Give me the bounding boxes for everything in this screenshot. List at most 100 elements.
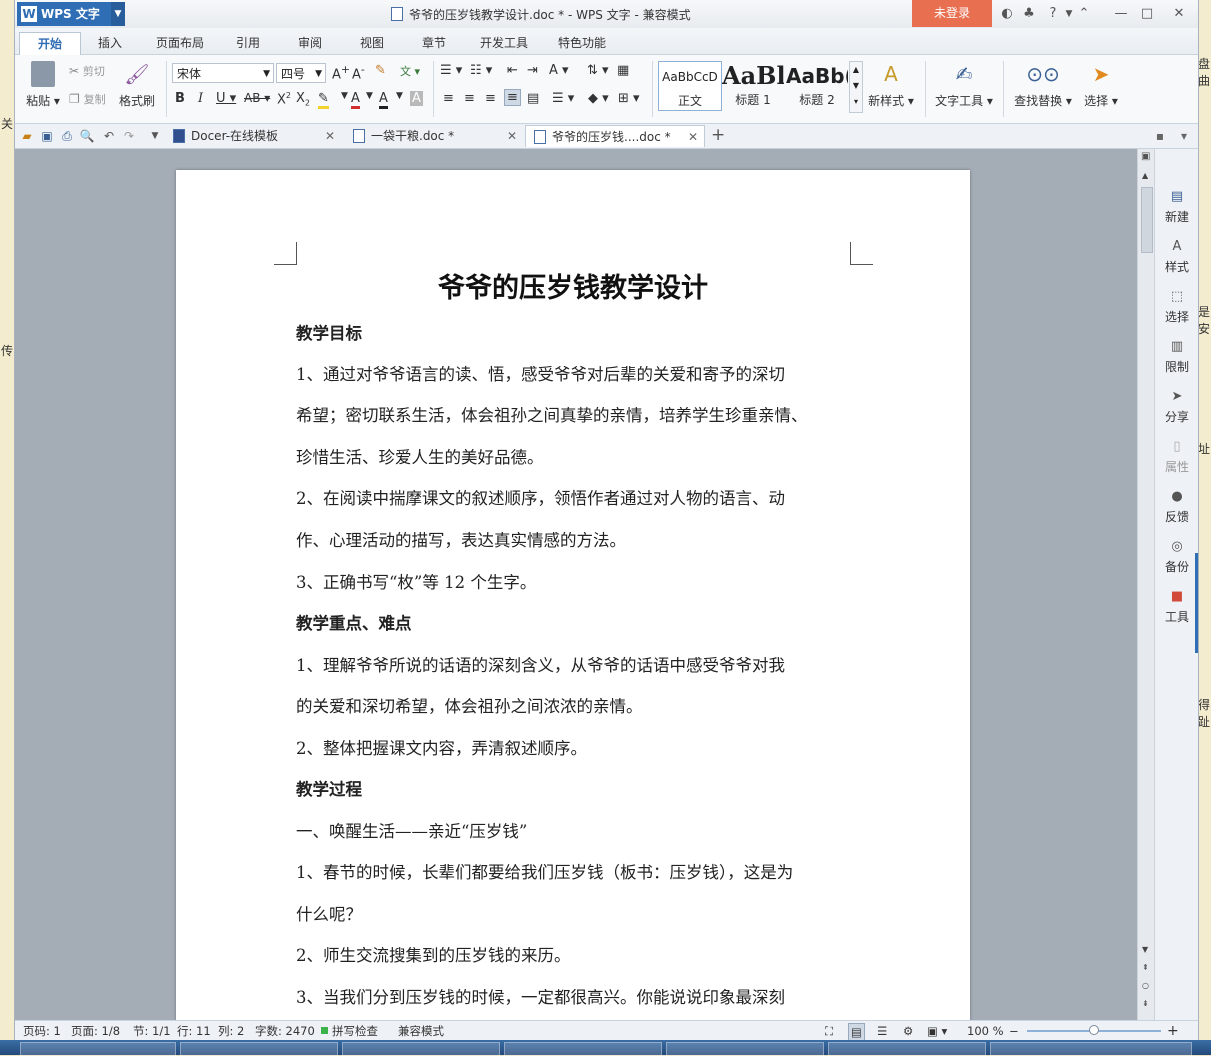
chevron-down-icon[interactable]: ▼ <box>111 2 125 26</box>
format-painter-button[interactable]: 🖌 格式刷 <box>117 61 157 109</box>
shading-icon[interactable]: ◆ ▾ <box>588 91 609 106</box>
new-style-button[interactable]: A 新样式 ▾ <box>865 61 917 109</box>
close-tab-icon[interactable]: ✕ <box>325 125 335 147</box>
table-icon[interactable]: ▦ <box>617 63 629 78</box>
increase-indent-icon[interactable]: ⇥ <box>527 63 538 78</box>
numbering-icon[interactable]: ☷ ▾ <box>470 63 492 78</box>
taskbar-button[interactable] <box>666 1042 824 1056</box>
scroll-down-icon[interactable]: ▼ <box>1142 945 1148 954</box>
tab-page-layout[interactable]: 页面布局 <box>145 32 215 54</box>
minimize-icon[interactable]: — <box>1112 5 1130 23</box>
style-heading-2[interactable]: AaBb( 标题 2 <box>786 61 848 109</box>
align-center-icon[interactable]: ≡ <box>464 91 475 106</box>
quick-access-dropdown-icon[interactable]: ▼ <box>147 128 163 144</box>
tab-list-icon[interactable]: ▪ <box>1152 128 1168 144</box>
line-spacing-icon[interactable]: ☰ ▾ <box>552 91 574 106</box>
spell-check-toggle[interactable]: 拼写检查 <box>332 1021 378 1040</box>
sidebar-item-restrict[interactable]: ▥ 限制 <box>1155 339 1198 375</box>
taskbar-button[interactable] <box>504 1042 662 1056</box>
tab-insert[interactable]: 插入 <box>85 32 135 54</box>
copy-button[interactable]: ❐ 复制 <box>69 91 106 107</box>
undo-icon[interactable]: ↶ <box>101 128 117 144</box>
tab-view[interactable]: 视图 <box>349 32 395 54</box>
print-icon[interactable]: ⎙ <box>59 128 75 144</box>
fullscreen-view-icon[interactable]: ⛶ <box>825 1021 833 1040</box>
maximize-icon[interactable]: □ <box>1138 5 1156 23</box>
borders-icon[interactable]: ⊞ ▾ <box>618 91 640 106</box>
cut-button[interactable]: ✂ 剪切 <box>69 63 105 79</box>
close-tab-icon[interactable]: ✕ <box>507 125 517 147</box>
sidebar-item-share[interactable]: ➤ 分享 <box>1155 389 1198 425</box>
phonetic-guide-icon[interactable]: 文 ▾ <box>400 63 420 79</box>
status-word-count[interactable]: 字数: 2470 <box>255 1021 315 1040</box>
print-preview-icon[interactable]: 🔍 <box>79 128 95 144</box>
find-replace-button[interactable]: ⊙⊙ 查找替换 ▾ <box>1011 61 1075 109</box>
next-page-icon[interactable]: ⇟ <box>1142 999 1149 1008</box>
taskbar-button[interactable] <box>180 1042 338 1056</box>
doc-tab[interactable]: 一袋干粮.doc * ✕ <box>345 125 523 147</box>
sidebar-item-style[interactable]: A 样式 <box>1155 239 1198 275</box>
scroll-up-icon[interactable]: ▲ <box>1142 171 1148 180</box>
text-color-icon[interactable]: A <box>379 91 388 109</box>
doc-tab-active[interactable]: 爷爷的压岁钱....doc * ✕ <box>525 125 705 147</box>
zoom-slider-handle[interactable] <box>1089 1025 1099 1035</box>
underline-icon[interactable]: U ▾ <box>216 91 236 106</box>
text-color-dropdown-icon[interactable]: ▼ <box>396 91 403 101</box>
sidebar-collapse-handle[interactable] <box>1195 553 1198 653</box>
zoom-slider[interactable] <box>1027 1025 1161 1035</box>
document-page[interactable]: 爷爷的压岁钱教学设计 教学目标 1、通过对爷爷语言的读、悟，感受爷爷对后辈的关爱和… <box>176 170 970 1020</box>
change-case-icon[interactable]: A ▾ <box>549 63 569 78</box>
tab-chapter[interactable]: 章节 <box>411 32 457 54</box>
scroll-thumb[interactable] <box>1141 187 1153 253</box>
superscript-icon[interactable]: X2 <box>277 91 291 107</box>
new-tab-plus-icon[interactable]: + <box>711 125 725 145</box>
text-tools-button[interactable]: ✍ 文字工具 ▾ <box>933 61 995 109</box>
font-color-icon[interactable]: A <box>351 91 360 109</box>
distributed-icon[interactable]: ▤ <box>527 91 539 106</box>
sidebar-item-new[interactable]: ▤ 新建 <box>1155 189 1198 225</box>
zoom-in-icon[interactable]: + <box>1167 1021 1179 1040</box>
highlight-dropdown-icon[interactable]: ▼ <box>341 91 348 101</box>
taskbar-button[interactable] <box>828 1042 986 1056</box>
strikethrough-icon[interactable]: AB ▾ <box>244 91 270 105</box>
subscript-icon[interactable]: X2 <box>296 91 310 108</box>
font-name-select[interactable]: 宋体 ▼ <box>172 63 274 83</box>
sidebar-item-tools[interactable]: ■ 工具 <box>1155 589 1198 625</box>
italic-icon[interactable]: I <box>198 91 203 106</box>
sidebar-item-select[interactable]: ⬚ 选择 <box>1155 289 1198 325</box>
align-right-icon[interactable]: ≡ <box>485 91 496 106</box>
tab-review[interactable]: 审阅 <box>287 32 333 54</box>
zoom-level[interactable]: 100 % <box>967 1021 1004 1040</box>
bold-icon[interactable]: B <box>175 91 185 106</box>
justify-icon[interactable]: ≡ <box>504 89 521 106</box>
close-icon[interactable]: ✕ <box>1170 5 1188 23</box>
taskbar-button[interactable] <box>990 1042 1192 1056</box>
decrease-indent-icon[interactable]: ⇤ <box>507 63 518 78</box>
sidebar-item-feedback[interactable]: ● 反馈 <box>1155 489 1198 525</box>
document-workspace[interactable]: 爷爷的压岁钱教学设计 教学目标 1、通过对爷爷语言的读、悟，感受爷爷对后辈的关爱和… <box>15 149 1137 1020</box>
skin-icon[interactable]: ◐ <box>998 5 1016 23</box>
select-button[interactable]: ➤ 选择 ▾ <box>1079 61 1123 109</box>
tab-menu-icon[interactable]: ▾ <box>1176 128 1192 144</box>
prev-page-icon[interactable]: ⇞ <box>1142 963 1149 972</box>
split-view-icon[interactable]: ▣ <box>1141 151 1150 162</box>
wps-menu-button[interactable]: W WPS 文字 ▼ <box>17 2 125 26</box>
sidebar-item-backup[interactable]: ◎ 备份 <box>1155 539 1198 575</box>
login-button[interactable]: 未登录 <box>912 0 992 27</box>
browse-object-icon[interactable]: ○ <box>1142 981 1149 990</box>
highlight-icon[interactable]: ✎ <box>318 91 329 109</box>
open-icon[interactable]: ▰ <box>19 128 35 144</box>
collapse-ribbon-icon[interactable]: ⌃ <box>1075 5 1093 23</box>
paste-button[interactable]: 粘贴 ▾ <box>25 61 61 109</box>
char-shading-icon[interactable]: A <box>410 91 423 106</box>
style-gallery-scroll[interactable]: ▲ ▼ ▾ <box>849 61 863 113</box>
align-left-icon[interactable]: ≡ <box>443 91 454 106</box>
font-color-dropdown-icon[interactable]: ▼ <box>366 91 373 101</box>
taskbar-button[interactable] <box>20 1042 176 1056</box>
style-heading-1[interactable]: AaBl 标题 1 <box>722 61 784 109</box>
tab-special-features[interactable]: 特色功能 <box>547 32 617 54</box>
tab-developer[interactable]: 开发工具 <box>469 32 539 54</box>
save-icon[interactable]: ▣ <box>39 128 55 144</box>
sidebar-item-properties[interactable]: ▯ 属性 <box>1155 439 1198 475</box>
reading-view-icon[interactable]: ▣ ▾ <box>927 1021 947 1040</box>
